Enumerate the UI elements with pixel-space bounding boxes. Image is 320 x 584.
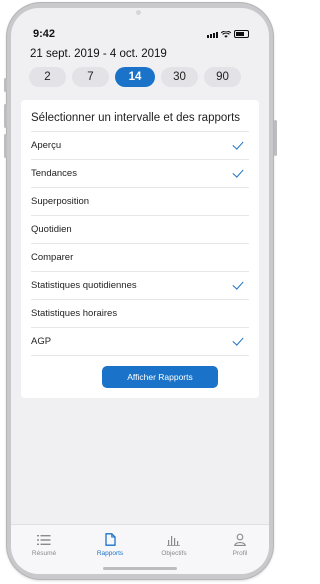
report-row-label: Tendances xyxy=(31,168,77,179)
report-row[interactable]: Superposition xyxy=(31,188,249,216)
status-bar: 9:42 xyxy=(11,8,269,40)
report-row[interactable]: Quotidien xyxy=(31,216,249,244)
signal-icon xyxy=(207,32,218,38)
report-row[interactable]: Comparer xyxy=(31,244,249,272)
checkmark-icon xyxy=(232,138,244,150)
report-selection-card: Sélectionner un intervalle et des rappor… xyxy=(21,100,259,398)
interval-option-30[interactable]: 30 xyxy=(161,67,198,87)
bar-chart-icon xyxy=(149,533,199,547)
home-indicator xyxy=(103,567,177,570)
tab-label: Rapports xyxy=(96,550,124,557)
interval-option-7[interactable]: 7 xyxy=(72,67,109,87)
status-icons xyxy=(207,30,249,38)
report-row[interactable]: AGP xyxy=(31,328,249,356)
interval-option-90[interactable]: 90 xyxy=(204,67,241,87)
mute-switch xyxy=(4,78,7,92)
report-row[interactable]: Statistiques horaires xyxy=(31,300,249,328)
report-row-label: Aperçu xyxy=(31,140,62,151)
status-time: 9:42 xyxy=(33,28,56,40)
card-title: Sélectionner un intervalle et des rappor… xyxy=(31,112,241,124)
list-icon xyxy=(19,533,69,547)
report-row-label: Comparer xyxy=(31,252,74,263)
power-button xyxy=(274,120,277,156)
report-row-label: Superposition xyxy=(31,196,90,207)
report-list: Aperçu Tendances Superposition Quotidien Com… xyxy=(31,132,249,356)
checkmark-icon xyxy=(232,166,244,178)
volume-up-button xyxy=(4,104,7,128)
report-row[interactable]: Aperçu xyxy=(31,132,249,160)
interval-segmented-control: 2 7 14 30 90 xyxy=(29,67,241,87)
report-row-label: Quotidien xyxy=(31,224,72,235)
tab-rapports[interactable]: Rapports xyxy=(85,533,135,557)
show-reports-button[interactable]: Afficher Rapports xyxy=(102,366,218,388)
person-icon xyxy=(215,533,265,547)
tab-label: Résumé xyxy=(31,550,57,557)
tab-profil[interactable]: Profil xyxy=(215,533,265,557)
report-row[interactable]: Statistiques quotidiennes xyxy=(31,272,249,300)
tab-label: Profil xyxy=(232,550,248,557)
date-range: 21 sept. 2019 - 4 oct. 2019 xyxy=(30,48,167,60)
report-row[interactable]: Tendances xyxy=(31,160,249,188)
report-row-label: AGP xyxy=(31,336,52,347)
tab-label: Objectifs xyxy=(161,550,187,557)
checkmark-icon xyxy=(232,334,244,346)
tab-resume[interactable]: Résumé xyxy=(19,533,69,557)
report-row-label: Statistiques horaires xyxy=(31,308,118,319)
report-row-label: Statistiques quotidiennes xyxy=(31,280,137,291)
phone-screen: 9:42 21 sept. 2019 - 4 oct. 2019 2 7 14 30 9… xyxy=(11,8,269,574)
interval-option-2[interactable]: 2 xyxy=(29,67,66,87)
interval-option-14[interactable]: 14 xyxy=(115,67,155,87)
tab-objectifs[interactable]: Objectifs xyxy=(149,533,199,557)
document-icon xyxy=(85,533,135,547)
volume-down-button xyxy=(4,134,7,158)
wifi-icon xyxy=(221,31,231,38)
battery-icon xyxy=(234,30,249,38)
checkmark-icon xyxy=(232,278,244,290)
